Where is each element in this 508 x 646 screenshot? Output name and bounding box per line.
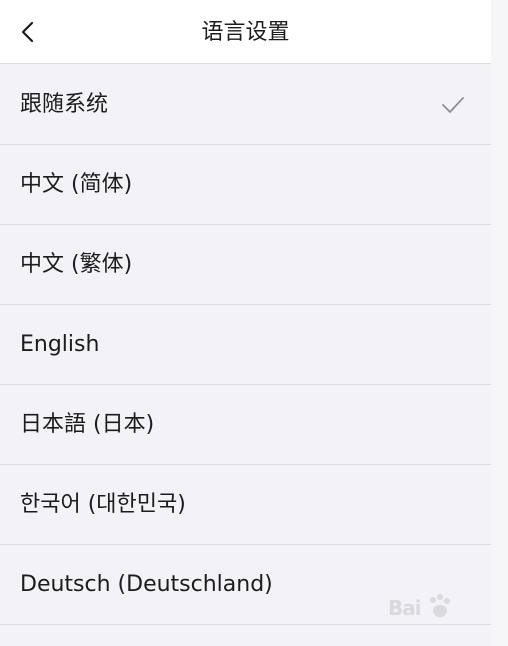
watermark-text: Bai [388,596,422,620]
language-option-label: 中文 (繁体) [20,252,133,277]
watermark: Bai [388,590,480,626]
checkmark-icon [442,97,464,113]
language-option-label: Deutsch (Deutschland) [20,572,273,597]
language-option-label: 日本語 (日本) [20,412,155,437]
language-option-japanese[interactable]: 日本語 (日本) [0,385,491,465]
language-option-korean[interactable]: 한국어 (대한민국) [0,465,491,545]
language-settings-screen: 语言设置 跟随系统 中文 (简体) 中文 (繁体) English 日本語 (日… [0,0,491,646]
language-option-label: English [20,332,100,357]
language-list: 跟随系统 中文 (简体) 中文 (繁体) English 日本語 (日本) 한국… [0,65,491,625]
language-option-label: 한국어 (대한민국) [20,492,186,517]
language-option-english[interactable]: English [0,305,491,385]
language-option-traditional-chinese[interactable]: 中文 (繁体) [0,225,491,305]
language-option-simplified-chinese[interactable]: 中文 (简体) [0,145,491,225]
right-edge-strip [491,0,508,646]
paw-icon [430,594,450,617]
page-title: 语言设置 [201,20,290,45]
language-option-label: 跟随系统 [20,92,109,117]
navigation-bar: 语言设置 [0,0,491,64]
language-option-follow-system[interactable]: 跟随系统 [0,65,491,145]
language-option-label: 中文 (简体) [20,172,133,197]
